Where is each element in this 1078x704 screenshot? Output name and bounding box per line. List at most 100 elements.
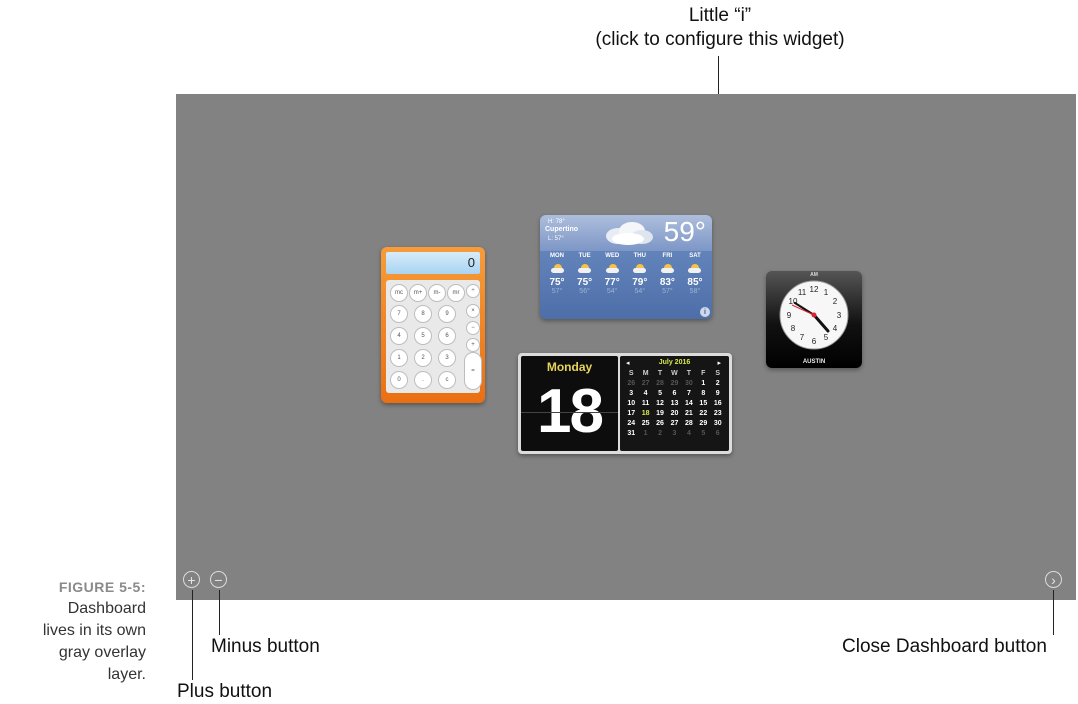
calculator-key[interactable]: × [466,304,480,318]
calendar-date: 3 [629,390,634,397]
calendar-date: 6 [715,430,720,437]
calendar-date: 4 [643,390,648,397]
clock-widget[interactable]: AM 12 1 2 3 4 5 6 7 8 9 10 11 AUSTIN [766,271,862,368]
forecast-high: 75° [549,277,565,288]
clock-numeral: 6 [812,337,817,346]
calendar-date: 13 [670,400,679,407]
calendar-day-name: Monday [546,360,593,374]
calculator-key[interactable]: 6 [438,327,456,345]
calculator-key[interactable]: − [466,321,480,335]
calculator-key[interactable]: m- [428,284,446,302]
weekday-label: M [642,370,649,377]
calculator-key[interactable]: + [466,338,480,352]
close-dashboard-button[interactable]: › [1045,571,1062,588]
weather-forecast: MON 75° 57° TUE 75° 56° WED 77° 54° THU … [544,253,708,295]
forecast-day-name: SAT [689,253,701,259]
calculator-key[interactable]: 2 [414,349,432,367]
figure-caption: FIGURE 5-5: Dashboard lives in its own g… [6,576,146,686]
weekday-label: T [657,370,663,377]
calendar-date: 2 [715,380,720,387]
minus-button[interactable]: − [210,571,227,588]
calendar-date: 7 [686,390,691,397]
weather-city: Cupertino [545,226,579,233]
forecast-low: 54° [634,288,646,295]
calculator-key[interactable]: m+ [409,284,427,302]
calculator-key[interactable]: 8 [414,305,432,323]
calendar-flip-divider [521,412,618,413]
calendar-date: 14 [685,400,693,407]
forecast-day-name: WED [605,253,620,259]
calendar-date: 21 [685,410,693,417]
weekday-label: W [671,370,678,377]
calculator-key[interactable]: 3 [438,349,456,367]
cloud-icon [606,222,653,245]
calculator-key[interactable]: mr [447,284,465,302]
plus-button[interactable]: + [183,571,200,588]
calculator-key[interactable]: 0 [390,371,408,389]
calculator-key[interactable]: = [464,352,482,390]
dashboard-overlay [176,94,1076,600]
partly-sunny-icon [550,263,564,273]
widget-info-button[interactable]: i [700,307,710,317]
calculator-key[interactable]: ÷ [466,284,480,298]
clock-numeral: 11 [798,288,807,297]
minus-leader-line [219,590,220,635]
partly-sunny-icon [688,263,702,273]
calendar-week-row: 17 18 19 20 21 22 23 [624,409,725,419]
forecast-low: 54° [606,288,618,295]
calculator-key[interactable]: c [438,371,456,389]
forecast-day-name: FRI [662,253,673,259]
plus-leader-line [192,590,193,680]
calculator-key[interactable]: 4 [390,327,408,345]
weather-widget[interactable]: H: 78° Cupertino L: 57° 59° MON 75° 57° … [540,215,712,319]
calendar-date: 26 [627,380,636,387]
next-month-arrow-icon[interactable]: ▸ [717,359,721,367]
close-button-callout: Close Dashboard button [842,636,1047,657]
calculator-key[interactable]: 5 [414,327,432,345]
caption-line: layer. [107,666,146,683]
calendar-date: 25 [641,420,650,427]
calendar-date: 30 [685,380,693,387]
clock-numeral: 5 [824,333,829,342]
calculator-widget[interactable]: 0 mc m+ m- mr ÷ 7 8 9 × 4 5 6 − 1 2 3 + … [381,247,485,403]
calendar-date: 27 [670,420,679,427]
calendar-date: 1 [643,430,648,437]
forecast-day-name: THU [633,253,646,259]
calendar-date: 26 [656,420,664,427]
calendar-month-header: ◂ July 2016 ▸ [620,359,729,369]
forecast-high: 77° [604,277,620,288]
calendar-week-row: 10 11 12 13 14 15 16 [624,399,725,409]
calendar-date: 10 [627,400,636,407]
forecast-day: WED 77° 54° [599,253,625,295]
calculator-key[interactable]: 7 [390,305,408,323]
calculator-key[interactable]: . [414,371,432,389]
calendar-date: 24 [627,420,636,427]
forecast-high: 75° [577,277,593,288]
calculator-display: 0 [386,252,480,274]
calculator-key[interactable]: 9 [438,305,456,323]
calendar-date: 19 [656,410,664,417]
calendar-date: 29 [699,420,708,427]
clock-numeral: 7 [800,333,805,342]
calendar-date: 1 [701,380,706,387]
clock-numeral: 12 [810,285,819,294]
clock-city: AUSTIN [802,359,826,365]
calendar-date: 29 [670,380,679,387]
calendar-weekday-row: S M T W T F S [624,370,725,377]
calendar-date-today: 18 [641,410,650,417]
forecast-day: MON 75° 57° [544,253,570,295]
calendar-widget[interactable]: Monday 18 ◂ July 2016 ▸ S M T W T F S 26… [518,353,732,454]
calculator-key[interactable]: mc [390,284,408,302]
calendar-date: 23 [713,410,722,417]
forecast-high: 79° [632,277,648,288]
calendar-date-grid: 26 27 28 29 30 1 2 3 4 5 6 7 8 9 10 11 1… [624,379,725,439]
calendar-date: 5 [701,430,706,437]
weather-low-today: L: 57° [548,236,564,242]
calculator-key[interactable]: 1 [390,349,408,367]
clock-ampm: AM [810,272,818,278]
calendar-date: 5 [658,390,662,397]
calendar-date: 22 [699,410,708,417]
clock-numeral: 8 [791,324,796,333]
forecast-low: 57° [662,288,673,295]
calculator-keypad: mc m+ m- mr ÷ 7 8 9 × 4 5 6 − 1 2 3 + 0 … [386,280,482,393]
